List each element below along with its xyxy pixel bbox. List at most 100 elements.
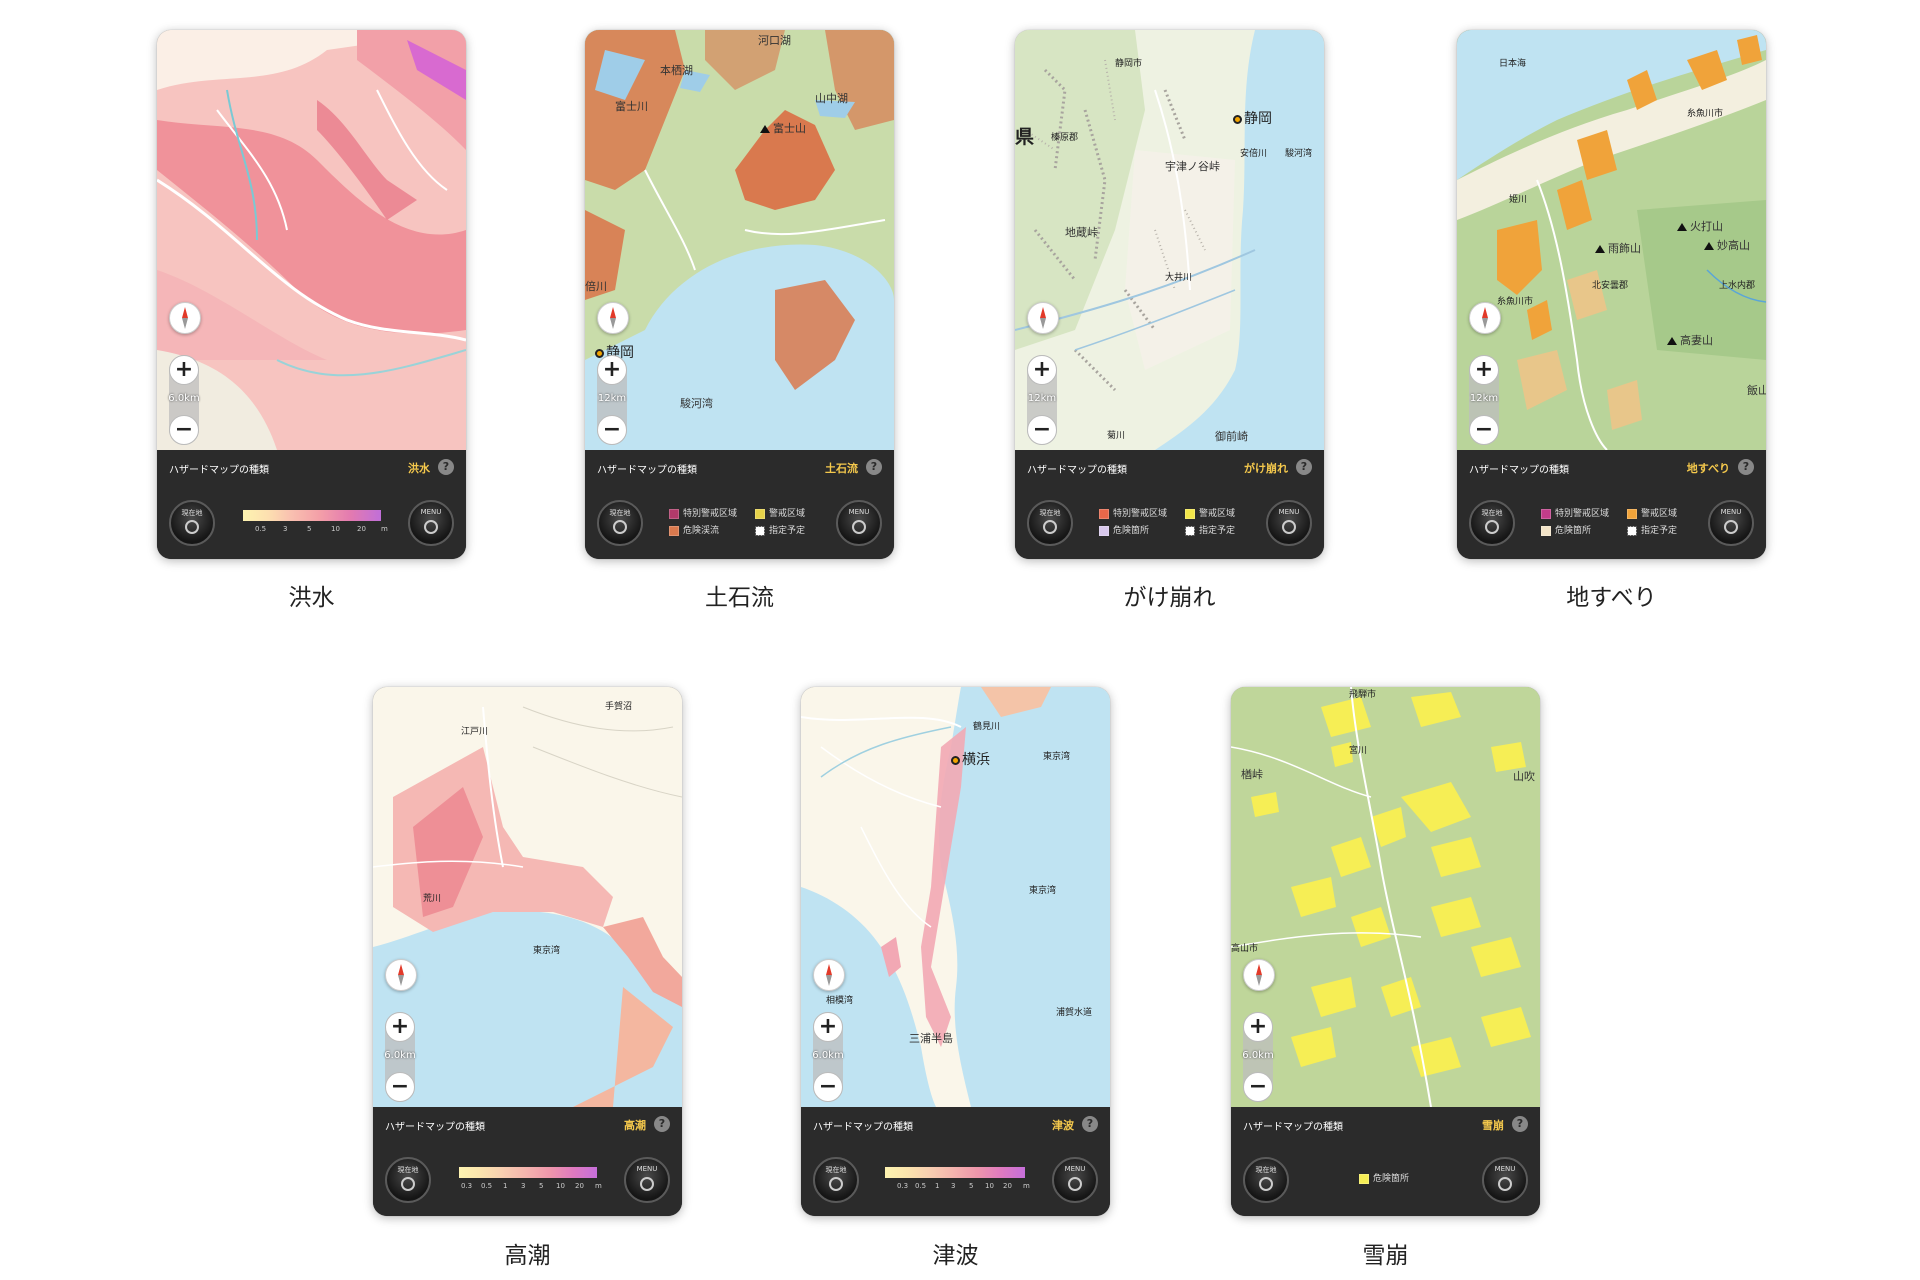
- menu-button[interactable]: MENU: [1052, 1157, 1098, 1203]
- hazard-type-panel: ハザードマップの種類 地すべり ? 現在地 特別警戒区域 警戒区域 危険箇所 指…: [1457, 450, 1766, 559]
- legend-item: 指定予定: [1627, 523, 1677, 536]
- hazard-type-selector[interactable]: 雪崩: [1482, 1117, 1504, 1133]
- legend-item: 指定予定: [1185, 523, 1235, 536]
- menu-button[interactable]: MENU: [1482, 1157, 1528, 1203]
- caption-tsunami: 津波: [932, 1243, 979, 1269]
- current-location-button[interactable]: 現在地: [813, 1157, 859, 1203]
- help-icon[interactable]: ?: [438, 459, 454, 475]
- legend-item: 危険箇所: [1541, 523, 1591, 536]
- zoom-in-button[interactable]: +: [597, 355, 627, 385]
- location-arrow-icon: [401, 1177, 415, 1191]
- zoom-control: + 6.0km −: [1242, 1012, 1274, 1102]
- zoom-in-button[interactable]: +: [813, 1012, 843, 1042]
- panel-title: ハザードマップの種類: [1469, 465, 1569, 476]
- legend-item: 危険渓流: [669, 523, 719, 536]
- map-label: 本栖湖: [660, 64, 693, 77]
- zoom-out-button[interactable]: −: [1469, 415, 1499, 445]
- scale-label: 6.0km: [1242, 1050, 1274, 1061]
- scale-label: 12km: [1469, 393, 1499, 404]
- zoom-in-button[interactable]: +: [1027, 355, 1057, 385]
- zoom-out-button[interactable]: −: [813, 1072, 843, 1102]
- zoom-out-button[interactable]: −: [169, 415, 199, 445]
- location-arrow-icon: [829, 1177, 843, 1191]
- caption-storm-surge: 高潮: [504, 1243, 551, 1269]
- menu-button[interactable]: MENU: [836, 500, 882, 546]
- map-label: 相模湾: [826, 996, 854, 1006]
- panel-title: ハザードマップの種類: [169, 465, 269, 476]
- panel-title: ハザードマップの種類: [813, 1122, 913, 1133]
- map-label: 山中湖: [815, 92, 848, 105]
- map-label: 高山市: [1231, 944, 1259, 954]
- current-location-button[interactable]: 現在地: [169, 500, 215, 546]
- menu-ring-icon: [424, 520, 438, 534]
- hazard-type-selector[interactable]: がけ崩れ: [1244, 460, 1288, 476]
- hazard-type-selector[interactable]: 高潮: [624, 1117, 646, 1133]
- compass-button[interactable]: [1469, 302, 1501, 334]
- zoom-out-button[interactable]: −: [597, 415, 627, 445]
- compass-button[interactable]: [597, 302, 629, 334]
- help-icon[interactable]: ?: [1738, 459, 1754, 475]
- scale-label: 12km: [1027, 393, 1057, 404]
- map-label: 糸魚川市: [1687, 109, 1724, 119]
- help-icon[interactable]: ?: [1082, 1116, 1098, 1132]
- hazard-type-panel: ハザードマップの種類 がけ崩れ ? 現在地 特別警戒区域 警戒区域 危険箇所 指…: [1015, 450, 1324, 559]
- menu-button[interactable]: MENU: [1708, 500, 1754, 546]
- map-view[interactable]: 静岡市 県 榛原郡 静岡 安倍川 駿河湾 宇津ノ谷峠 地蔵峠 大井川 菊川 御前…: [1015, 30, 1324, 450]
- avalanche-map-graphic: [1231, 687, 1540, 1107]
- current-location-button[interactable]: 現在地: [597, 500, 643, 546]
- cliff-map-graphic: [1015, 30, 1324, 450]
- legend-item: 特別警戒区域: [1541, 506, 1609, 519]
- current-location-button[interactable]: 現在地: [385, 1157, 431, 1203]
- map-label: 富士川: [615, 100, 648, 113]
- hazard-map-card-landslide: 日本海 糸魚川市 姫川 火打山 雨飾山 妙高山 北安曇郡 糸魚川市 上水内郡 高…: [1457, 30, 1766, 559]
- current-location-button[interactable]: 現在地: [1469, 500, 1515, 546]
- zoom-control: + 12km −: [1469, 355, 1499, 445]
- panel-title: ハザードマップの種類: [597, 465, 697, 476]
- zoom-out-button[interactable]: −: [1027, 415, 1057, 445]
- map-view[interactable]: 日本海 糸魚川市 姫川 火打山 雨飾山 妙高山 北安曇郡 糸魚川市 上水内郡 高…: [1457, 30, 1766, 450]
- hazard-type-panel: ハザードマップの種類 津波 ? 現在地 0.3 0.5 1 3 5 10 20 …: [801, 1107, 1110, 1216]
- scale-label: 6.0km: [384, 1050, 416, 1061]
- map-view[interactable]: 手賀沼 江戸川 荒川 東京湾 + 6.0km −: [373, 687, 682, 1107]
- zoom-in-button[interactable]: +: [169, 355, 199, 385]
- map-view[interactable]: 河口湖 本栖湖 富士川 山中湖 富士山 倍川 静岡 駿河湾 + 12km −: [585, 30, 894, 450]
- map-view[interactable]: 鶴見川 横浜 東京湾 東京湾 相模湾 浦賀水道 三浦半島 + 6.0km −: [801, 687, 1110, 1107]
- zoom-out-button[interactable]: −: [385, 1072, 415, 1102]
- compass-button[interactable]: [813, 959, 845, 991]
- zoom-in-button[interactable]: +: [1469, 355, 1499, 385]
- zoom-in-button[interactable]: +: [385, 1012, 415, 1042]
- map-view[interactable]: 飛騨市 宮川 楢峠 山吹 高山市 + 6.0km −: [1231, 687, 1540, 1107]
- hazard-type-selector[interactable]: 洪水: [408, 460, 430, 476]
- hazard-type-selector[interactable]: 津波: [1052, 1117, 1074, 1133]
- mountain-icon: [1677, 223, 1687, 231]
- location-arrow-icon: [1043, 520, 1057, 534]
- help-icon[interactable]: ?: [654, 1116, 670, 1132]
- map-label: 駿河湾: [1285, 149, 1313, 159]
- menu-button[interactable]: MENU: [408, 500, 454, 546]
- hazard-map-card-tsunami: 鶴見川 横浜 東京湾 東京湾 相模湾 浦賀水道 三浦半島 + 6.0km − ハ…: [801, 687, 1110, 1216]
- compass-button[interactable]: [385, 959, 417, 991]
- map-label: 東京湾: [1043, 752, 1071, 762]
- hazard-type-selector[interactable]: 土石流: [825, 460, 858, 476]
- zoom-out-button[interactable]: −: [1243, 1072, 1273, 1102]
- zoom-in-button[interactable]: +: [1243, 1012, 1273, 1042]
- hazard-type-selector[interactable]: 地すべり: [1687, 460, 1730, 476]
- map-label: 手賀沼: [605, 702, 633, 712]
- current-location-button[interactable]: 現在地: [1243, 1157, 1289, 1203]
- help-icon[interactable]: ?: [866, 459, 882, 475]
- compass-button[interactable]: [1243, 959, 1275, 991]
- compass-button[interactable]: [1027, 302, 1059, 334]
- map-label: 倍川: [585, 280, 607, 293]
- map-label: 横浜: [951, 749, 990, 769]
- map-view[interactable]: + 6.0km −: [157, 30, 466, 450]
- menu-button[interactable]: MENU: [1266, 500, 1312, 546]
- map-label: 宮川: [1349, 746, 1368, 756]
- map-label: 榛原郡: [1051, 133, 1079, 143]
- compass-button[interactable]: [169, 302, 201, 334]
- menu-button[interactable]: MENU: [624, 1157, 670, 1203]
- current-location-button[interactable]: 現在地: [1027, 500, 1073, 546]
- legend-item: 警戒区域: [1185, 506, 1235, 519]
- caption-debris-flow: 土石流: [705, 585, 774, 611]
- help-icon[interactable]: ?: [1296, 459, 1312, 475]
- help-icon[interactable]: ?: [1512, 1116, 1528, 1132]
